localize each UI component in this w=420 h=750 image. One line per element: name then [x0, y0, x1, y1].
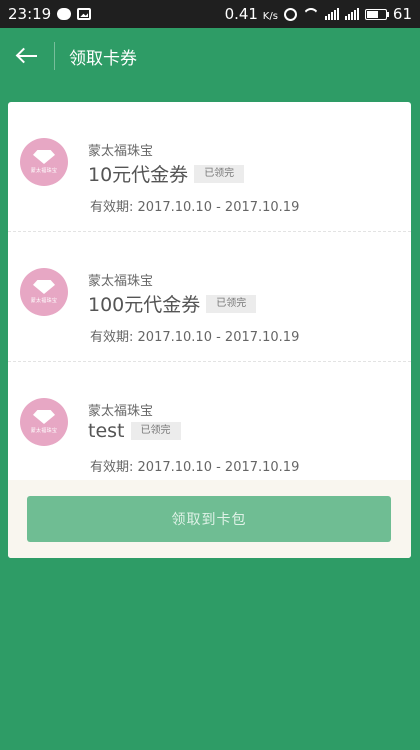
brand-name: 蒙太福珠宝 — [88, 404, 154, 419]
footer-area: 领取到卡包 — [8, 480, 411, 558]
brand-logo: 蒙太福珠宝 — [20, 138, 68, 186]
status-badge: 已领完 — [194, 164, 245, 183]
back-button[interactable] — [0, 28, 54, 84]
status-right: 0.41 K/s 61 — [225, 5, 412, 23]
coupon-title: test — [88, 420, 125, 442]
coupon-panel: 蒙太福珠宝 蒙太福珠宝 10元代金券 已领完 有效期: 2017.10.10 -… — [8, 102, 411, 558]
brand-name: 蒙太福珠宝 — [88, 274, 154, 289]
app-bar: 领取卡券 — [0, 28, 420, 84]
diamond-icon — [33, 280, 55, 294]
brand-name: 蒙太福珠宝 — [88, 144, 154, 159]
network-speed: 0.41 K/s — [225, 5, 278, 23]
brand-logo: 蒙太福珠宝 — [20, 268, 68, 316]
status-time: 23:19 — [8, 5, 52, 23]
signal-icon-2 — [344, 8, 359, 20]
chat-notification-icon — [57, 8, 72, 20]
page-title: 领取卡券 — [69, 48, 137, 69]
battery-fill — [366, 10, 378, 18]
validity-label: 有效期: — [90, 460, 134, 475]
status-bar: 23:19 0.41 K/s 61 — [0, 0, 420, 28]
validity-dates: 2017.10.10 - 2017.10.19 — [137, 200, 300, 215]
image-notification-icon — [77, 8, 92, 20]
add-to-wallet-button[interactable]: 领取到卡包 — [27, 496, 391, 542]
validity-period: 有效期: 2017.10.10 - 2017.10.19 — [90, 326, 299, 345]
validity-label: 有效期: — [90, 200, 134, 215]
coupon-title-row: 100元代金券 已领完 — [88, 290, 257, 317]
alarm-icon — [283, 7, 297, 21]
coupon-title-row: test 已领完 — [88, 420, 181, 442]
logo-text: 蒙太福珠宝 — [30, 298, 58, 304]
header-divider — [54, 42, 55, 70]
coupon-item[interactable]: 蒙太福珠宝 蒙太福珠宝 100元代金券 已领完 有效期: 2017.10.10 … — [8, 232, 411, 362]
coupon-title-row: 10元代金券 已领完 — [88, 160, 245, 187]
coupon-title: 10元代金券 — [88, 164, 189, 186]
coupon-item[interactable]: 蒙太福珠宝 蒙太福珠宝 10元代金券 已领完 有效期: 2017.10.10 -… — [8, 102, 411, 232]
status-badge: 已领完 — [130, 422, 181, 440]
coupon-title: 100元代金券 — [88, 294, 201, 316]
network-speed-unit: K/s — [262, 11, 278, 22]
brand-logo: 蒙太福珠宝 — [20, 398, 68, 446]
status-left: 23:19 — [8, 5, 92, 23]
diamond-icon — [33, 410, 55, 424]
wifi-icon — [303, 8, 319, 20]
back-arrow-icon — [16, 47, 38, 65]
logo-text: 蒙太福珠宝 — [30, 428, 58, 434]
validity-period: 有效期: 2017.10.10 - 2017.10.19 — [90, 196, 299, 215]
validity-label: 有效期: — [90, 330, 134, 345]
network-speed-value: 0.41 — [224, 5, 258, 23]
battery-icon — [364, 8, 389, 20]
diamond-icon — [33, 150, 55, 164]
status-badge: 已领完 — [206, 294, 257, 313]
signal-icon — [324, 8, 339, 20]
validity-dates: 2017.10.10 - 2017.10.19 — [137, 460, 300, 475]
battery-level: 61 — [392, 5, 412, 23]
logo-text: 蒙太福珠宝 — [30, 168, 58, 174]
validity-period: 有效期: 2017.10.10 - 2017.10.19 — [90, 456, 299, 475]
validity-dates: 2017.10.10 - 2017.10.19 — [137, 330, 300, 345]
coupon-item[interactable]: 蒙太福珠宝 蒙太福珠宝 test 已领完 有效期: 2017.10.10 - 2… — [8, 362, 411, 492]
